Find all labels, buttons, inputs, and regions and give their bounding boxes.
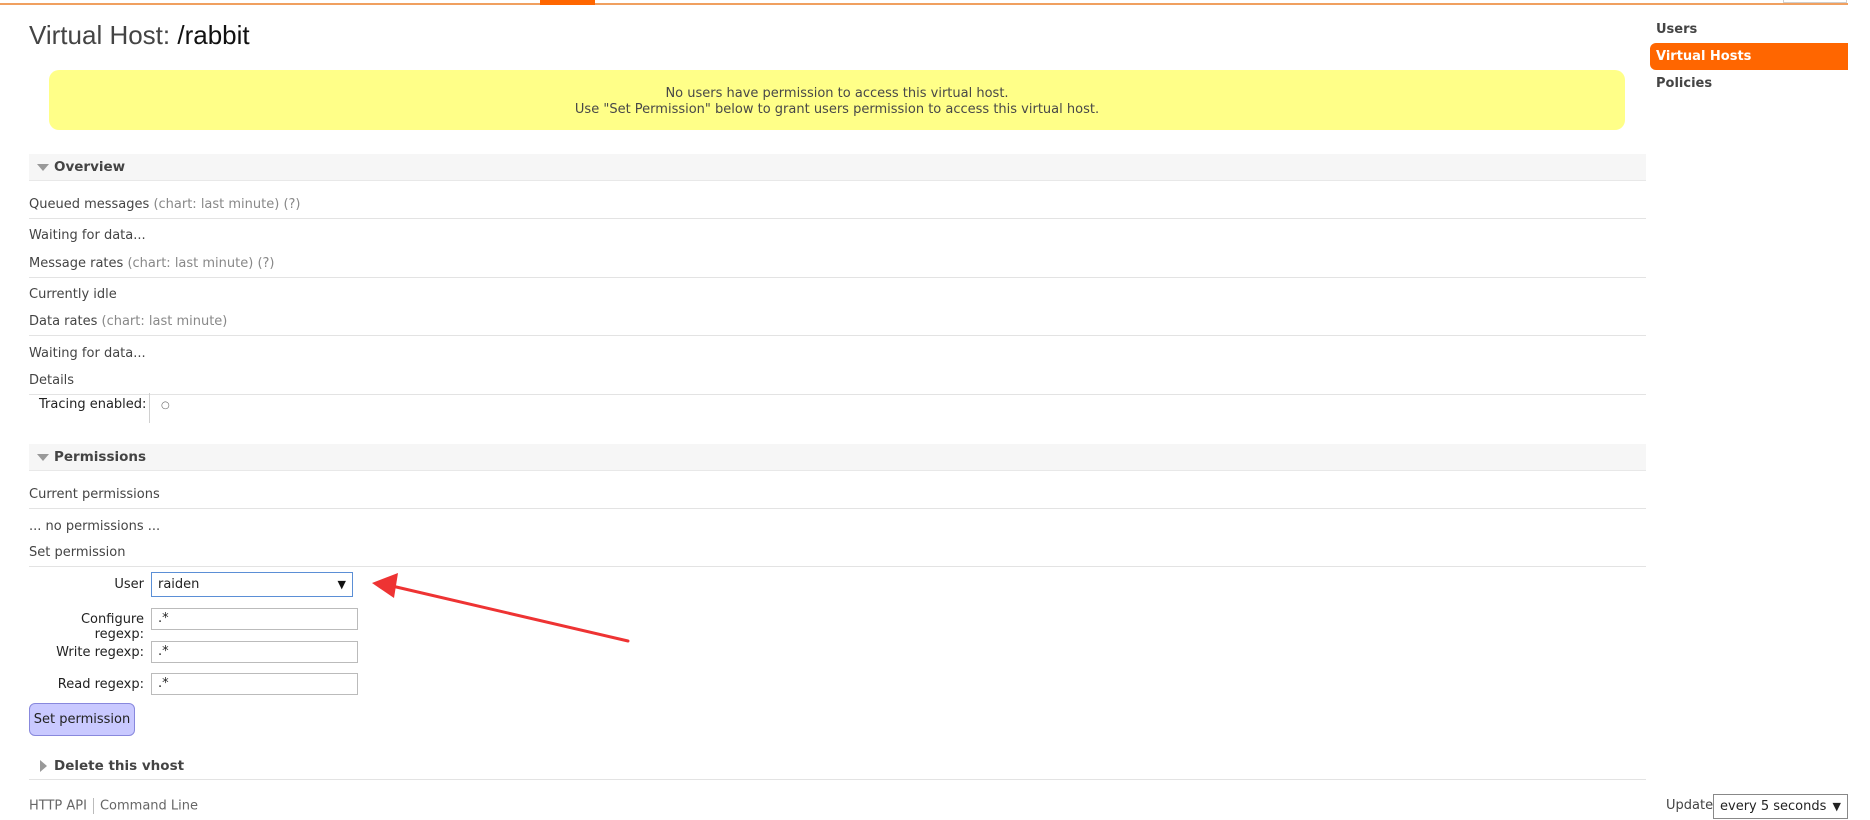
annotation-arrow xyxy=(372,573,630,643)
annotation-arrowhead-icon xyxy=(372,573,398,598)
annotation-arrow-shaft xyxy=(390,584,630,643)
